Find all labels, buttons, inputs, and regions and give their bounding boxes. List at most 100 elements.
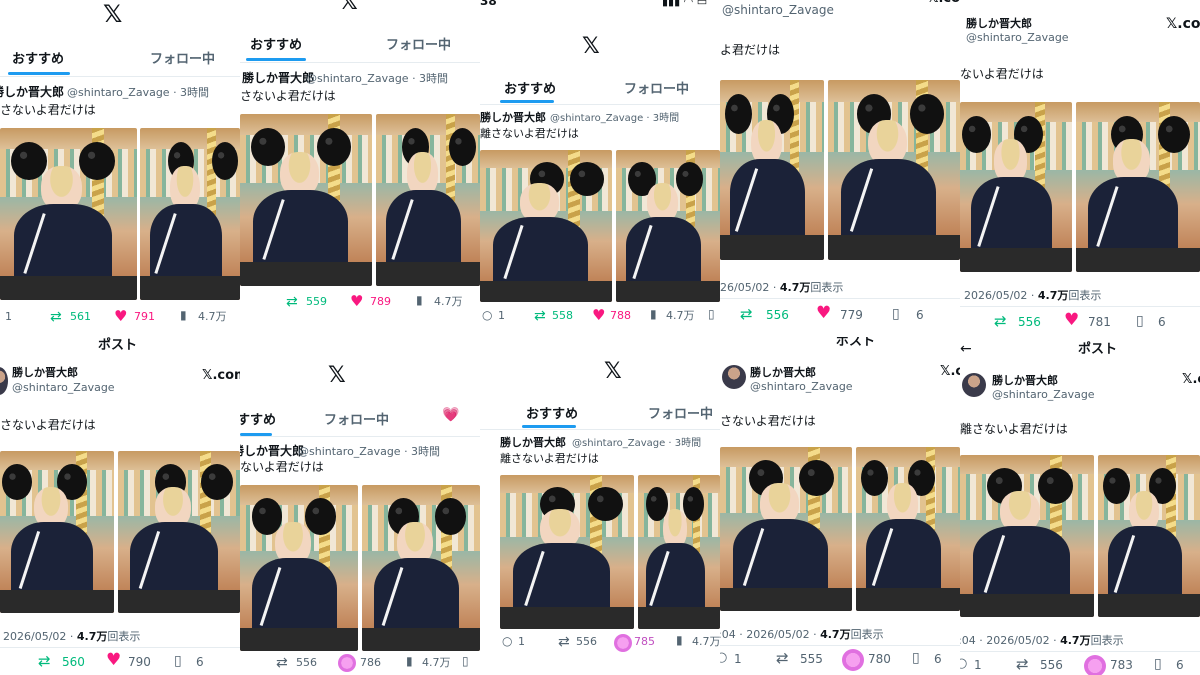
retweet-count[interactable]: 558	[552, 309, 573, 323]
tab-recommended[interactable]: おすすめ	[240, 409, 276, 428]
retweet-count[interactable]: 561	[70, 310, 91, 324]
reply-icon[interactable]: ○	[482, 308, 492, 323]
like-count[interactable]: 788	[610, 309, 631, 323]
heart-icon[interactable]: ♥	[350, 292, 363, 310]
heart-bubble-icon[interactable]	[614, 634, 632, 652]
retweet-count[interactable]: 556	[576, 635, 597, 649]
views-bar-chart-icon[interactable]: ▮	[416, 293, 423, 308]
retweet-count[interactable]: 555	[800, 652, 823, 667]
like-count[interactable]: 791	[134, 310, 155, 324]
author-handle[interactable]: @shintaro_Zavage	[966, 31, 1069, 45]
like-count[interactable]: 786	[360, 656, 381, 670]
x-logo-icon[interactable]: 𝕏	[604, 359, 622, 384]
x-logo-icon[interactable]: 𝕏	[328, 363, 346, 388]
retweet-icon[interactable]: ⇄	[276, 655, 288, 671]
author-handle[interactable]: @shintaro_Zavage	[722, 3, 834, 18]
author-name[interactable]: 勝しか晋大郎	[966, 17, 1032, 31]
bookmark-count[interactable]: 6	[934, 652, 942, 667]
avatar[interactable]	[0, 367, 8, 395]
views-bar-chart-icon[interactable]: ▮	[180, 308, 187, 323]
reply-icon[interactable]: ○	[720, 650, 727, 666]
x-logo-icon[interactable]: 𝕏	[340, 0, 358, 15]
tab-following[interactable]: フォロー中	[386, 34, 451, 53]
reply-count[interactable]: 1	[518, 635, 525, 649]
post-photo-2[interactable]	[1098, 455, 1200, 617]
post-photo-1[interactable]	[720, 447, 852, 611]
tab-following[interactable]: フォロー中	[324, 409, 389, 428]
tab-following[interactable]: フォロー中	[624, 78, 689, 97]
views-bar-chart-icon[interactable]: ▮	[406, 654, 413, 669]
bookmark-icon[interactable]: ▯	[1154, 656, 1162, 672]
reply-icon[interactable]: ○	[502, 634, 512, 649]
post-photo-2[interactable]	[638, 475, 720, 629]
post-photo-1[interactable]	[240, 485, 358, 651]
tab-following[interactable]: フォロー中	[150, 48, 215, 67]
views-count[interactable]: 4.7万	[666, 309, 695, 323]
post-photo-1[interactable]	[960, 102, 1072, 272]
post-photo-1[interactable]	[240, 114, 372, 286]
author-handle[interactable]: @shintaro_Zavage · 3時間	[572, 438, 701, 450]
author-name[interactable]: 勝しか晋大郎	[242, 71, 314, 86]
heart-icon[interactable]: ♥	[106, 650, 121, 671]
retweet-icon[interactable]: ⇄	[740, 305, 753, 323]
sparkle-heart-icon[interactable]: 💗	[442, 407, 459, 423]
post-photo-1[interactable]	[960, 455, 1094, 617]
views-bar-chart-icon[interactable]: ▮	[650, 307, 657, 322]
author-handle[interactable]: @shintaro_Zavage	[750, 380, 853, 394]
reply-count[interactable]: 1	[498, 309, 505, 323]
author-handle[interactable]: @shintaro_Zavage · 3時間	[298, 445, 440, 459]
retweet-icon[interactable]: ⇄	[286, 294, 298, 310]
tab-following[interactable]: フォロー中	[648, 403, 713, 422]
reply-icon[interactable]: ○	[960, 656, 967, 672]
author-handle[interactable]: @shintaro_Zavage · 3時間	[550, 113, 679, 125]
bookmark-icon[interactable]: ▯	[1136, 313, 1144, 329]
views-count[interactable]: 4.7万	[198, 310, 227, 324]
author-name[interactable]: 勝しか晋大郎	[500, 436, 566, 450]
author-name[interactable]: 勝しか晋大郎	[12, 366, 78, 380]
retweet-icon[interactable]: ⇄	[534, 308, 546, 324]
retweet-icon[interactable]: ⇄	[50, 309, 62, 325]
heart-icon[interactable]: ♥	[1064, 310, 1079, 331]
author-name[interactable]: 勝しか晋大郎	[750, 366, 816, 380]
author-handle[interactable]: @shintaro_Zavage · 3時間	[306, 72, 448, 86]
retweet-count[interactable]: 556	[296, 656, 317, 670]
post-photo-2[interactable]	[828, 80, 960, 260]
post-photo-2[interactable]	[362, 485, 480, 651]
like-count[interactable]: 785	[634, 635, 655, 649]
bookmark-icon[interactable]: ▯	[892, 306, 900, 322]
heart-icon[interactable]: ♥	[114, 307, 127, 325]
post-photo-1[interactable]	[720, 80, 824, 260]
post-photo-2[interactable]	[140, 128, 240, 300]
avatar[interactable]	[722, 365, 746, 389]
tab-recommended[interactable]: おすすめ	[12, 48, 64, 67]
back-arrow-icon[interactable]: ←	[960, 341, 972, 357]
post-photo-1[interactable]	[480, 150, 612, 302]
views-count[interactable]: 4.7万	[434, 295, 463, 309]
retweet-count[interactable]: 556	[1018, 315, 1041, 330]
like-count[interactable]: 783	[1110, 658, 1133, 673]
heart-bubble-icon[interactable]	[842, 649, 864, 671]
like-count[interactable]: 780	[868, 652, 891, 667]
bookmark-icon[interactable]: ▯	[174, 653, 182, 669]
bookmark-icon[interactable]: ▯	[462, 654, 469, 669]
retweet-icon[interactable]: ⇄	[1016, 655, 1029, 673]
bookmark-count[interactable]: 6	[916, 308, 924, 323]
views-bar-chart-icon[interactable]: ▮	[676, 633, 683, 648]
retweet-count[interactable]: 556	[1040, 658, 1063, 673]
like-count[interactable]: 779	[840, 308, 863, 323]
post-photo-2[interactable]	[376, 114, 480, 286]
author-name[interactable]: 勝しか晋大郎	[992, 374, 1058, 388]
bookmark-count[interactable]: 6	[1176, 658, 1184, 673]
author-handle[interactable]: @shintaro_Zavage	[12, 381, 115, 395]
reply-count[interactable]: 1	[734, 652, 742, 667]
bookmark-icon[interactable]: ▯	[708, 307, 715, 322]
author-handle[interactable]: @shintaro_Zavage	[992, 388, 1095, 402]
like-count[interactable]: 790	[128, 655, 151, 670]
tab-recommended[interactable]: おすすめ	[250, 34, 302, 53]
post-photo-1[interactable]	[0, 128, 137, 300]
retweet-icon[interactable]: ⇄	[38, 652, 51, 670]
reply-count[interactable]: 1	[5, 310, 12, 324]
like-count[interactable]: 781	[1088, 315, 1111, 330]
avatar[interactable]	[962, 373, 986, 397]
heart-bubble-icon[interactable]	[338, 654, 356, 672]
